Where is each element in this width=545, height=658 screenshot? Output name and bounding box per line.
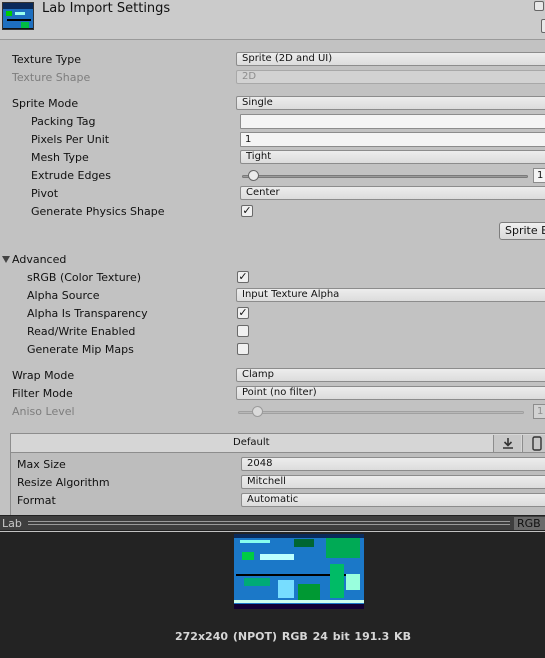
platform-settings-panel: Default Max Size 2048 Resize Algorithm M… (10, 433, 545, 520)
alpha-source-label: Alpha Source (27, 289, 100, 302)
inspector-header: Lab Import Settings (0, 0, 545, 40)
filter-mode-label: Filter Mode (12, 387, 73, 400)
srgb-row: sRGB (Color Texture) ✓ (0, 269, 545, 287)
texture-shape-row: Texture Shape 2D (0, 69, 545, 87)
texture-preview-image (234, 534, 364, 609)
texture-shape-label: Texture Shape (12, 71, 91, 84)
mip-maps-row: Generate Mip Maps (0, 341, 545, 359)
packing-tag-input[interactable] (240, 114, 545, 129)
alpha-source-row: Alpha Source Input Texture Alpha (0, 287, 545, 305)
mobile-device-icon[interactable] (522, 435, 545, 452)
sprite-editor-button[interactable]: Sprite E (499, 222, 545, 240)
wrap-mode-label: Wrap Mode (12, 369, 75, 382)
sprite-mode-dropdown[interactable]: Single (236, 96, 545, 110)
download-icon[interactable] (493, 435, 521, 452)
max-size-row: Max Size 2048 (1, 456, 545, 474)
srgb-label: sRGB (Color Texture) (27, 271, 142, 284)
sprite-mode-label: Sprite Mode (12, 97, 79, 110)
texture-type-row: Texture Type Sprite (2D and UI) (0, 51, 545, 69)
advanced-foldout[interactable]: Advanced (0, 251, 545, 269)
packing-tag-row: Packing Tag (0, 113, 545, 131)
wrap-mode-row: Wrap Mode Clamp (0, 367, 545, 385)
alpha-source-dropdown[interactable]: Input Texture Alpha (236, 288, 545, 302)
max-size-dropdown[interactable]: 2048 (241, 457, 545, 471)
generate-physics-shape-row: Generate Physics Shape ✓ (0, 203, 545, 221)
alpha-is-transparency-label: Alpha Is Transparency (27, 307, 148, 320)
format-dropdown[interactable]: Automatic (241, 493, 545, 507)
preview-header[interactable]: Lab RGB (0, 515, 545, 531)
texture-shape-dropdown: 2D (236, 70, 545, 84)
pixels-per-unit-label: Pixels Per Unit (31, 133, 110, 146)
alpha-is-transparency-row: Alpha Is Transparency ✓ (0, 305, 545, 323)
aniso-level-label: Aniso Level (12, 405, 75, 418)
extrude-edges-slider-track[interactable] (242, 175, 528, 178)
max-size-label: Max Size (17, 458, 66, 471)
wrap-mode-dropdown[interactable]: Clamp (236, 368, 545, 382)
resize-handle[interactable] (28, 521, 510, 522)
sprite-mode-row: Sprite Mode Single (0, 95, 545, 113)
extrude-edges-slider-knob[interactable] (248, 170, 259, 181)
generate-physics-shape-checkbox[interactable]: ✓ (241, 205, 253, 217)
resize-algorithm-label: Resize Algorithm (17, 476, 110, 489)
texture-preview: 272x240 (NPOT) RGB 24 bit 191.3 KB (0, 532, 545, 658)
texture-thumbnail (2, 2, 34, 30)
texture-type-dropdown[interactable]: Sprite (2D and UI) (236, 52, 545, 66)
settings-icon[interactable] (541, 19, 545, 33)
read-write-checkbox[interactable] (237, 325, 249, 337)
read-write-row: Read/Write Enabled (0, 323, 545, 341)
texture-info: 272x240 (NPOT) RGB 24 bit 191.3 KB (175, 630, 411, 643)
platform-tab-bar: Default (11, 434, 545, 453)
mesh-type-dropdown[interactable]: Tight (240, 150, 545, 164)
pixels-per-unit-row: Pixels Per Unit 1 (0, 131, 545, 149)
preview-label: Lab (2, 517, 22, 530)
mesh-type-row: Mesh Type Tight (0, 149, 545, 167)
aniso-level-slider-knob (252, 406, 263, 417)
extrude-edges-label: Extrude Edges (31, 169, 111, 182)
pixels-per-unit-input[interactable]: 1 (240, 132, 545, 147)
alpha-is-transparency-checkbox[interactable]: ✓ (237, 307, 249, 319)
extrude-edges-value[interactable]: 1 (533, 168, 545, 183)
resize-handle-line (28, 524, 510, 525)
generate-physics-shape-label: Generate Physics Shape (31, 205, 165, 218)
format-row: Format Automatic (1, 492, 545, 510)
advanced-label[interactable]: Advanced (12, 253, 66, 266)
extrude-edges-row: Extrude Edges 1 (0, 167, 545, 185)
pivot-dropdown[interactable]: Center (240, 186, 545, 200)
pivot-row: Pivot Center (0, 185, 545, 203)
filter-mode-row: Filter Mode Point (no filter) (0, 385, 545, 403)
resize-algorithm-dropdown[interactable]: Mitchell (241, 475, 545, 489)
aniso-level-slider-track (238, 411, 524, 414)
resize-algorithm-row: Resize Algorithm Mitchell (1, 474, 545, 492)
help-icon[interactable] (534, 1, 544, 11)
packing-tag-label: Packing Tag (31, 115, 96, 128)
filter-mode-dropdown[interactable]: Point (no filter) (236, 386, 545, 400)
mesh-type-label: Mesh Type (31, 151, 89, 164)
texture-type-label: Texture Type (12, 53, 82, 66)
mip-maps-checkbox[interactable] (237, 343, 249, 355)
channel-toggle[interactable]: RGB (514, 517, 545, 530)
tab-default[interactable]: Default (233, 437, 270, 448)
aniso-level-row: Aniso Level 1 (0, 403, 545, 421)
aniso-level-value: 1 (533, 404, 545, 419)
foldout-arrow-icon[interactable] (2, 256, 10, 263)
page-title: Lab Import Settings (42, 1, 171, 16)
pivot-label: Pivot (31, 187, 59, 200)
srgb-checkbox[interactable]: ✓ (237, 271, 249, 283)
read-write-label: Read/Write Enabled (27, 325, 136, 338)
mip-maps-label: Generate Mip Maps (27, 343, 134, 356)
format-label: Format (17, 494, 56, 507)
